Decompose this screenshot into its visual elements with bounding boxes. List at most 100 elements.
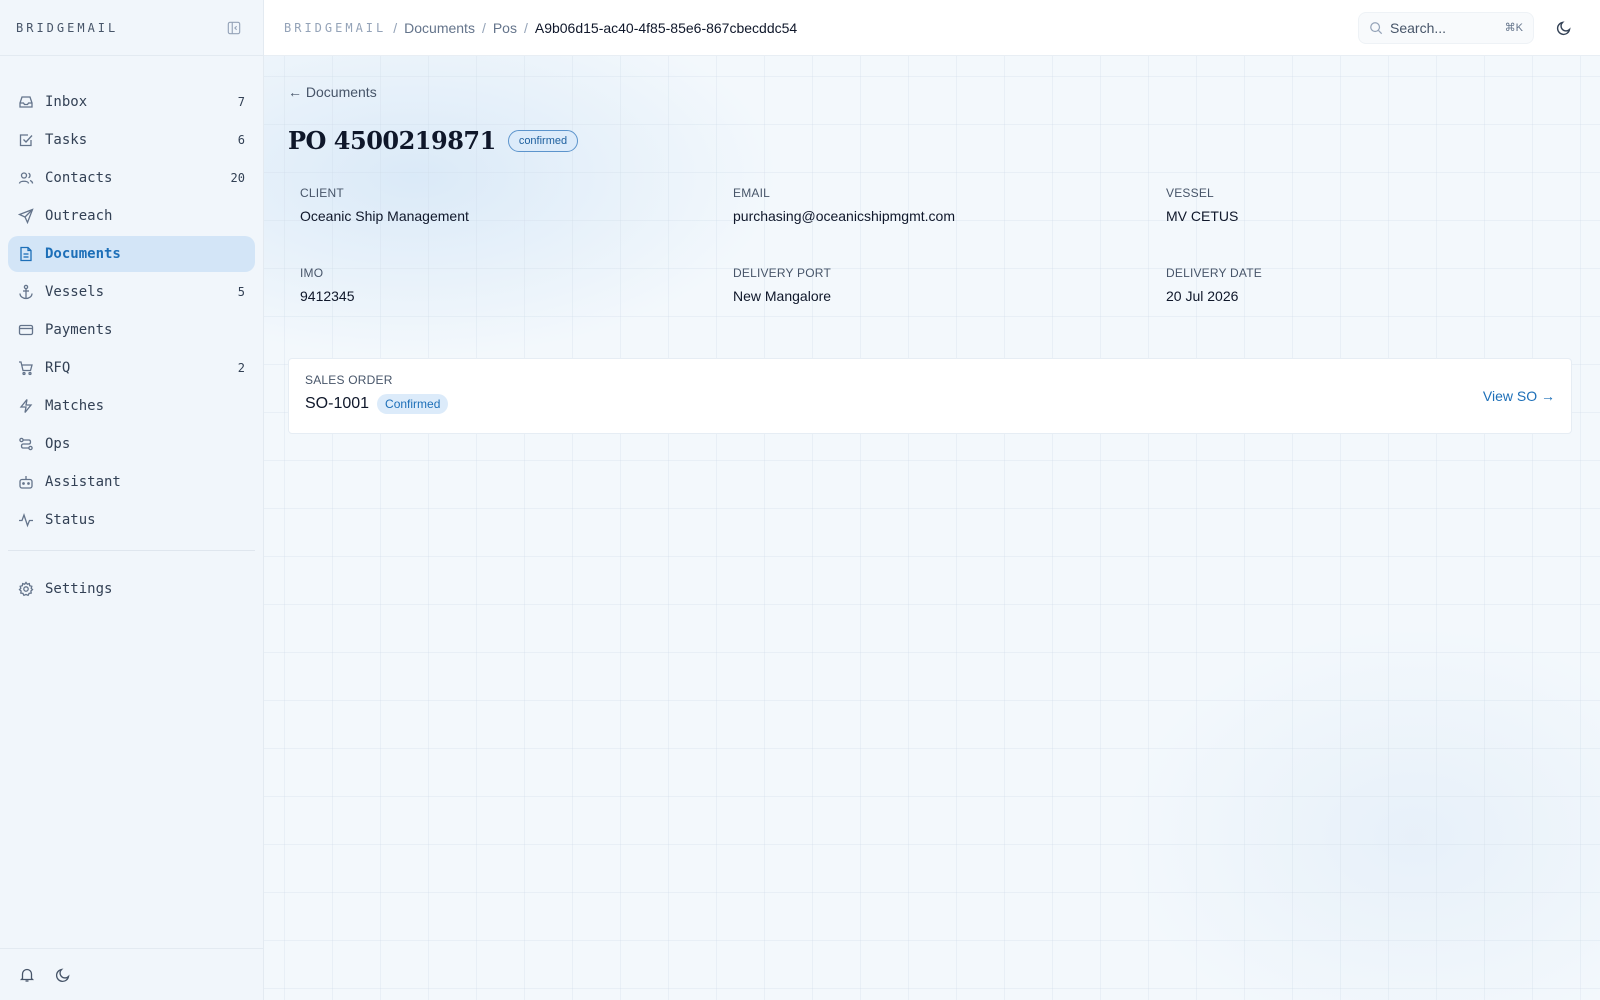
field-client: CLIENT Oceanic Ship Management (300, 186, 469, 224)
users-icon (18, 170, 34, 186)
breadcrumb-separator: / (481, 19, 486, 36)
sidebar-item-payments[interactable]: Payments (8, 312, 255, 348)
sidebar-item-label: Contacts (45, 170, 113, 186)
sidebar-item-contacts[interactable]: Contacts 20 (8, 160, 255, 196)
topbar: BRIDGEMAIL / Documents / Pos / A9b06d15-… (264, 0, 1600, 56)
field-label: DELIVERY DATE (1166, 266, 1262, 280)
sidebar-item-count: 5 (237, 285, 245, 299)
sidebar-nav: Inbox 7 Tasks 6 Contacts 20 Outreach Doc… (8, 84, 255, 609)
sidebar-item-label: Tasks (45, 132, 88, 148)
sales-order-card: SALES ORDER SO-1001 Confirmed View SO → (288, 358, 1572, 434)
sidebar-collapse-icon (227, 21, 241, 34)
sidebar-divider (8, 550, 255, 551)
field-delivery-date: DELIVERY DATE 20 Jul 2026 (1166, 266, 1262, 304)
sidebar-item-label: Payments (45, 322, 113, 338)
notifications-button[interactable] (18, 966, 36, 984)
sidebar-item-label: Settings (45, 581, 113, 597)
breadcrumb-brand[interactable]: BRIDGEMAIL (284, 21, 386, 35)
sidebar-item-label: Matches (45, 398, 105, 414)
sidebar-item-status[interactable]: Status (8, 502, 255, 538)
sidebar-item-label: Vessels (45, 284, 105, 300)
search-shortcut: ⌘K (1504, 22, 1523, 34)
sidebar-item-rfq[interactable]: RFQ 2 (8, 350, 255, 386)
sidebar: BRIDGEMAIL Inbox 7 Tasks 6 Contacts 20 O… (0, 0, 264, 1000)
field-imo: IMO 9412345 (300, 266, 355, 304)
field-label: IMO (300, 266, 324, 280)
title-row: PO 4500219871 confirmed (288, 126, 579, 155)
route-icon (18, 436, 34, 452)
activity-icon (18, 512, 34, 528)
back-to-documents-link[interactable]: ← Documents (288, 84, 377, 100)
sidebar-item-count: 20 (230, 171, 245, 185)
lightning-icon (18, 398, 34, 414)
sidebar-item-label: Assistant (45, 474, 121, 490)
search-icon (1370, 21, 1383, 34)
field-value: New Mangalore (733, 288, 832, 304)
field-value: Oceanic Ship Management (300, 208, 469, 224)
sales-order-status-badge: Confirmed (377, 394, 449, 414)
page-title: PO 4500219871 (288, 126, 496, 155)
field-email: EMAIL purchasing@oceanicshipmgmt.com (733, 186, 955, 224)
sidebar-footer (0, 948, 263, 1000)
field-label: CLIENT (300, 186, 344, 200)
field-value: MV CETUS (1166, 208, 1239, 224)
sidebar-item-settings[interactable]: Settings (8, 571, 255, 607)
field-value: 9412345 (300, 288, 355, 304)
brand-logo: BRIDGEMAIL (16, 20, 119, 35)
sidebar-brand-row: BRIDGEMAIL (0, 0, 263, 56)
sidebar-item-assistant[interactable]: Assistant (8, 464, 255, 500)
breadcrumb-current: A9b06d15-ac40-4f85-85e6-867cbecddc54 (534, 19, 798, 36)
sidebar-item-label: Documents (45, 246, 121, 262)
search-input[interactable]: Search... ⌘K (1358, 11, 1534, 44)
field-vessel: VESSEL MV CETUS (1166, 186, 1238, 224)
sidebar-item-count: 6 (237, 133, 245, 147)
sidebar-item-label: Ops (45, 436, 71, 452)
sidebar-item-count: 7 (237, 95, 245, 109)
sidebar-item-documents[interactable]: Documents (8, 236, 255, 272)
main-content: ← Documents PO 4500219871 confirmed CLIE… (264, 56, 1600, 1000)
field-delivery-port: DELIVERY PORT New Mangalore (733, 266, 831, 304)
sidebar-item-ops[interactable]: Ops (8, 426, 255, 462)
moon-icon (1556, 20, 1571, 35)
breadcrumb-documents[interactable]: Documents (404, 20, 475, 36)
anchor-icon (18, 284, 34, 300)
field-value: purchasing@oceanicshipmgmt.com (733, 208, 955, 224)
field-label: VESSEL (1166, 186, 1214, 200)
cart-icon (18, 360, 34, 376)
sidebar-item-inbox[interactable]: Inbox 7 (8, 84, 255, 120)
field-label: DELIVERY PORT (733, 266, 831, 280)
sales-order-label: SALES ORDER (305, 373, 393, 387)
bell-icon (19, 968, 35, 982)
sidebar-item-label: Inbox (45, 94, 88, 110)
sidebar-item-matches[interactable]: Matches (8, 388, 255, 424)
search-placeholder: Search... (1390, 19, 1447, 36)
sidebar-item-outreach[interactable]: Outreach (8, 198, 255, 234)
sidebar-item-label: RFQ (45, 360, 71, 376)
field-label: EMAIL (733, 186, 771, 200)
bot-icon (18, 474, 34, 490)
sidebar-item-label: Status (45, 512, 96, 528)
sidebar-collapse-button[interactable] (225, 19, 243, 37)
inbox-icon (18, 94, 34, 110)
field-value: 20 Jul 2026 (1166, 288, 1239, 304)
sales-order-row: SO-1001 Confirmed (305, 394, 1555, 414)
status-badge: confirmed (507, 129, 579, 152)
view-so-link[interactable]: View SO → (1483, 388, 1555, 404)
theme-toggle-button[interactable] (1548, 12, 1580, 44)
document-icon (18, 246, 34, 262)
sidebar-item-count: 2 (237, 361, 245, 375)
breadcrumb-separator: / (523, 19, 528, 36)
send-icon (18, 208, 34, 224)
breadcrumb-pos[interactable]: Pos (493, 20, 517, 36)
gear-icon (18, 581, 34, 597)
checkbox-icon (18, 132, 34, 148)
sidebar-item-tasks[interactable]: Tasks 6 (8, 122, 255, 158)
credit-card-icon (18, 322, 34, 338)
sales-order-number: SO-1001 (305, 395, 370, 412)
sidebar-item-label: Outreach (45, 208, 113, 224)
sidebar-item-vessels[interactable]: Vessels 5 (8, 274, 255, 310)
breadcrumb: BRIDGEMAIL / Documents / Pos / A9b06d15-… (284, 20, 797, 36)
breadcrumb-separator: / (393, 19, 398, 36)
sidebar-theme-toggle[interactable] (54, 966, 72, 984)
moon-icon (55, 967, 70, 982)
